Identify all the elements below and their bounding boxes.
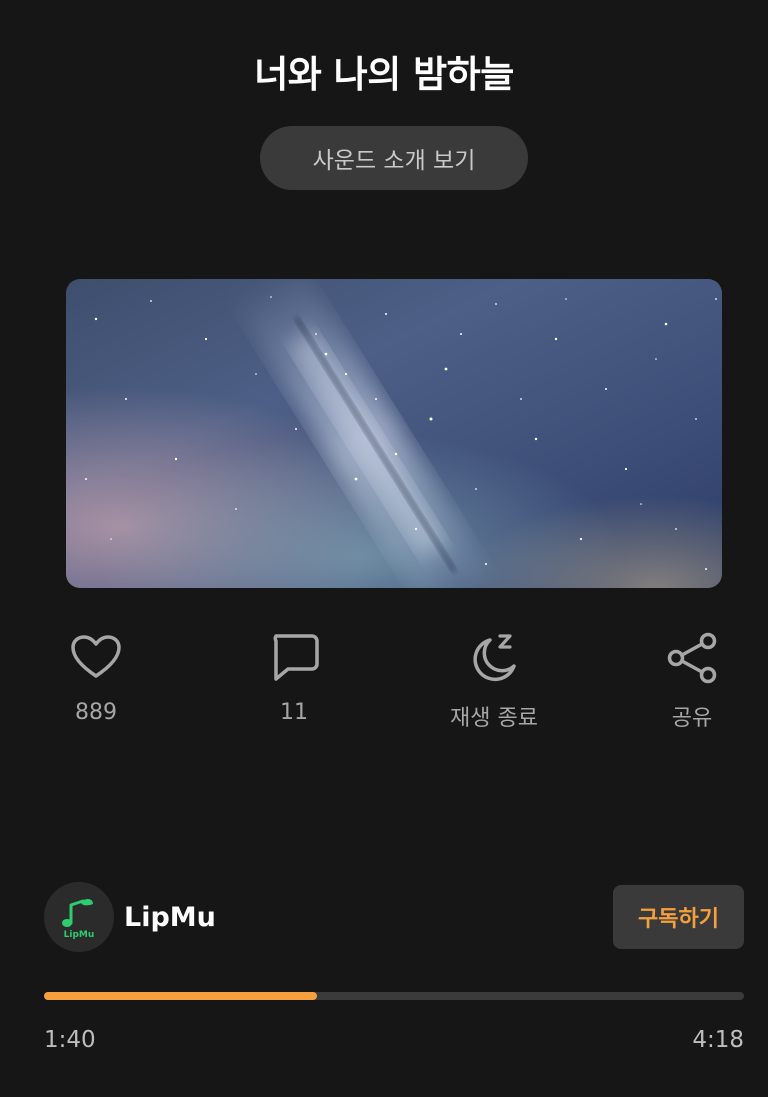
like-button[interactable]: 889 bbox=[16, 630, 176, 740]
share-icon bbox=[667, 632, 717, 684]
svg-text:LipMu: LipMu bbox=[64, 930, 95, 940]
comment-button[interactable]: 11 bbox=[214, 630, 374, 740]
elapsed-time: 1:40 bbox=[44, 1027, 96, 1053]
total-time: 4:18 bbox=[692, 1027, 744, 1053]
moon-sleep-icon bbox=[473, 634, 516, 682]
subscribe-button[interactable]: 구독하기 bbox=[613, 885, 744, 949]
avatar[interactable]: LipMu bbox=[44, 882, 114, 952]
action-bar: 889 11 재생 종료 공유 bbox=[0, 630, 768, 740]
sleep-timer-label: 재생 종료 bbox=[450, 706, 538, 731]
comment-icon bbox=[273, 634, 319, 681]
progress-bar[interactable] bbox=[44, 992, 744, 1000]
sound-intro-button[interactable]: 사운드 소개 보기 bbox=[260, 126, 528, 190]
lipmu-music-note-logo: LipMu bbox=[62, 898, 95, 940]
sleep-timer-button[interactable]: 재생 종료 bbox=[414, 630, 574, 740]
share-button[interactable]: 공유 bbox=[612, 630, 768, 740]
player-screen: 너와 나의 밤하늘 사운드 소개 보기 889 11 재생 종료 공유 LipM… bbox=[0, 0, 768, 1097]
share-label: 공유 bbox=[671, 706, 713, 731]
track-title: 너와 나의 밤하늘 bbox=[254, 53, 514, 96]
heart-icon bbox=[71, 635, 121, 678]
like-count: 889 bbox=[75, 700, 117, 725]
comment-count: 11 bbox=[280, 700, 308, 725]
cover-image bbox=[66, 279, 722, 588]
progress-fill bbox=[44, 992, 317, 1000]
channel-name[interactable]: LipMu bbox=[124, 902, 216, 933]
milky-way-night-sky-image bbox=[66, 279, 722, 588]
channel-info[interactable]: LipMu LipMu bbox=[44, 882, 216, 952]
